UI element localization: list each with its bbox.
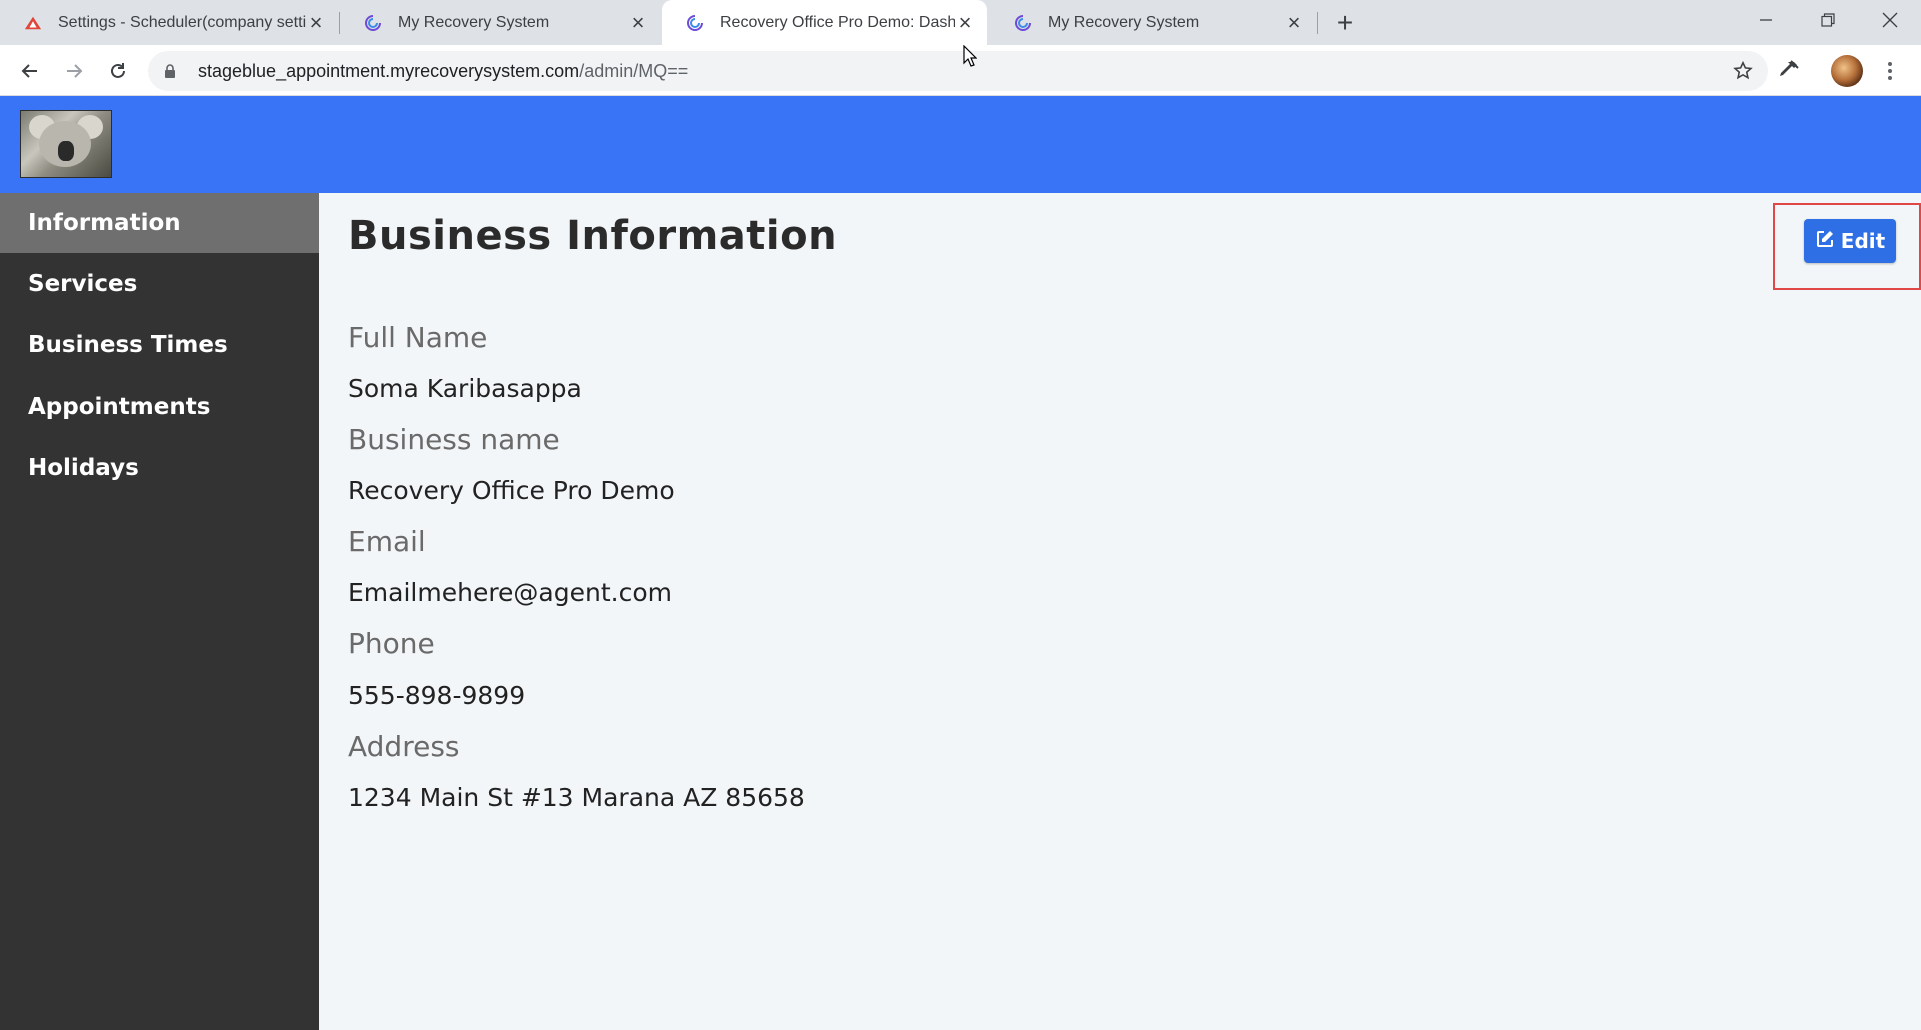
bookmark-star-icon[interactable] bbox=[1732, 60, 1754, 82]
address-bar[interactable]: stageblue_appointment.myrecoverysystem.c… bbox=[148, 51, 1768, 91]
back-arrow-icon[interactable] bbox=[14, 55, 46, 87]
sidebar-item-holidays[interactable]: Holidays bbox=[0, 438, 319, 498]
sidebar-item-label: Information bbox=[28, 210, 181, 236]
mouse-cursor-icon bbox=[963, 44, 978, 67]
sidebar-item-information[interactable]: Information bbox=[0, 193, 319, 253]
field-label-phone: Phone bbox=[348, 627, 435, 660]
sidebar-item-business-times[interactable]: Business Times bbox=[0, 315, 319, 375]
browser-tab-dashboard[interactable]: Recovery Office Pro Demo: Dashboa × bbox=[662, 0, 987, 45]
spiral-icon bbox=[1014, 14, 1032, 32]
browser-menu-icon[interactable] bbox=[1880, 58, 1900, 84]
browser-tab-my-recovery-1[interactable]: My Recovery System × bbox=[340, 0, 660, 45]
tab-divider bbox=[1317, 12, 1318, 34]
field-label-email: Email bbox=[348, 525, 426, 558]
edit-button-label: Edit bbox=[1840, 229, 1886, 253]
eyedropper-icon[interactable] bbox=[1775, 58, 1801, 84]
sidebar-item-label: Business Times bbox=[28, 332, 228, 358]
red-triangle-icon bbox=[24, 14, 42, 32]
field-label-address: Address bbox=[348, 730, 460, 763]
sidebar: Information Services Business Times Appo… bbox=[0, 193, 319, 1030]
field-value-address: 1234 Main St #13 Marana AZ 85658 bbox=[348, 783, 805, 812]
field-value-business-name: Recovery Office Pro Demo bbox=[348, 476, 675, 505]
sidebar-item-label: Services bbox=[28, 271, 138, 297]
lock-icon bbox=[164, 63, 178, 79]
new-tab-button[interactable]: + bbox=[1330, 7, 1360, 38]
url-host: stageblue_appointment.myrecoverysystem.c… bbox=[198, 60, 580, 81]
edit-icon bbox=[1815, 229, 1835, 254]
restore-button[interactable] bbox=[1798, 0, 1858, 40]
sidebar-item-appointments[interactable]: Appointments bbox=[0, 377, 319, 437]
koala-logo[interactable] bbox=[20, 110, 112, 178]
profile-avatar[interactable] bbox=[1831, 55, 1863, 87]
spiral-icon bbox=[686, 14, 704, 32]
tab-title: My Recovery System bbox=[398, 13, 550, 31]
close-icon[interactable]: × bbox=[955, 10, 975, 35]
page-title: Business Information bbox=[348, 213, 838, 259]
sidebar-item-label: Holidays bbox=[28, 455, 139, 481]
close-icon[interactable]: × bbox=[1284, 10, 1304, 35]
field-label-business-name: Business name bbox=[348, 423, 560, 456]
tab-title: Recovery Office Pro Demo: Dashboa bbox=[720, 13, 955, 31]
field-value-phone: 555-898-9899 bbox=[348, 681, 526, 710]
close-icon[interactable]: × bbox=[306, 10, 326, 35]
tab-title: My Recovery System bbox=[1048, 13, 1200, 31]
forward-arrow-icon[interactable] bbox=[58, 55, 90, 87]
browser-tab-settings[interactable]: Settings - Scheduler(company settin × bbox=[0, 0, 338, 45]
main-content: Business Information Full Name Soma Kari… bbox=[319, 193, 1921, 1030]
browser-tab-my-recovery-2[interactable]: My Recovery System × bbox=[990, 0, 1316, 45]
tab-title: Settings - Scheduler(company settin bbox=[58, 13, 306, 31]
browser-toolbar: stageblue_appointment.myrecoverysystem.c… bbox=[0, 45, 1921, 96]
sidebar-item-services[interactable]: Services bbox=[0, 254, 319, 314]
edit-button[interactable]: Edit bbox=[1804, 219, 1896, 263]
minimize-button[interactable] bbox=[1736, 0, 1796, 40]
window-close-button[interactable] bbox=[1860, 0, 1920, 40]
close-icon[interactable]: × bbox=[628, 10, 648, 35]
reload-icon[interactable] bbox=[102, 55, 134, 87]
spiral-icon bbox=[364, 14, 382, 32]
field-label-full-name: Full Name bbox=[348, 321, 488, 354]
app-header bbox=[0, 96, 1921, 193]
url-path: /admin/MQ== bbox=[579, 60, 689, 81]
sidebar-item-label: Appointments bbox=[28, 394, 211, 420]
field-value-email: Emailmehere@agent.com bbox=[348, 578, 672, 607]
browser-tab-strip: Settings - Scheduler(company settin × My… bbox=[0, 0, 1921, 45]
field-value-full-name: Soma Karibasappa bbox=[348, 374, 582, 403]
